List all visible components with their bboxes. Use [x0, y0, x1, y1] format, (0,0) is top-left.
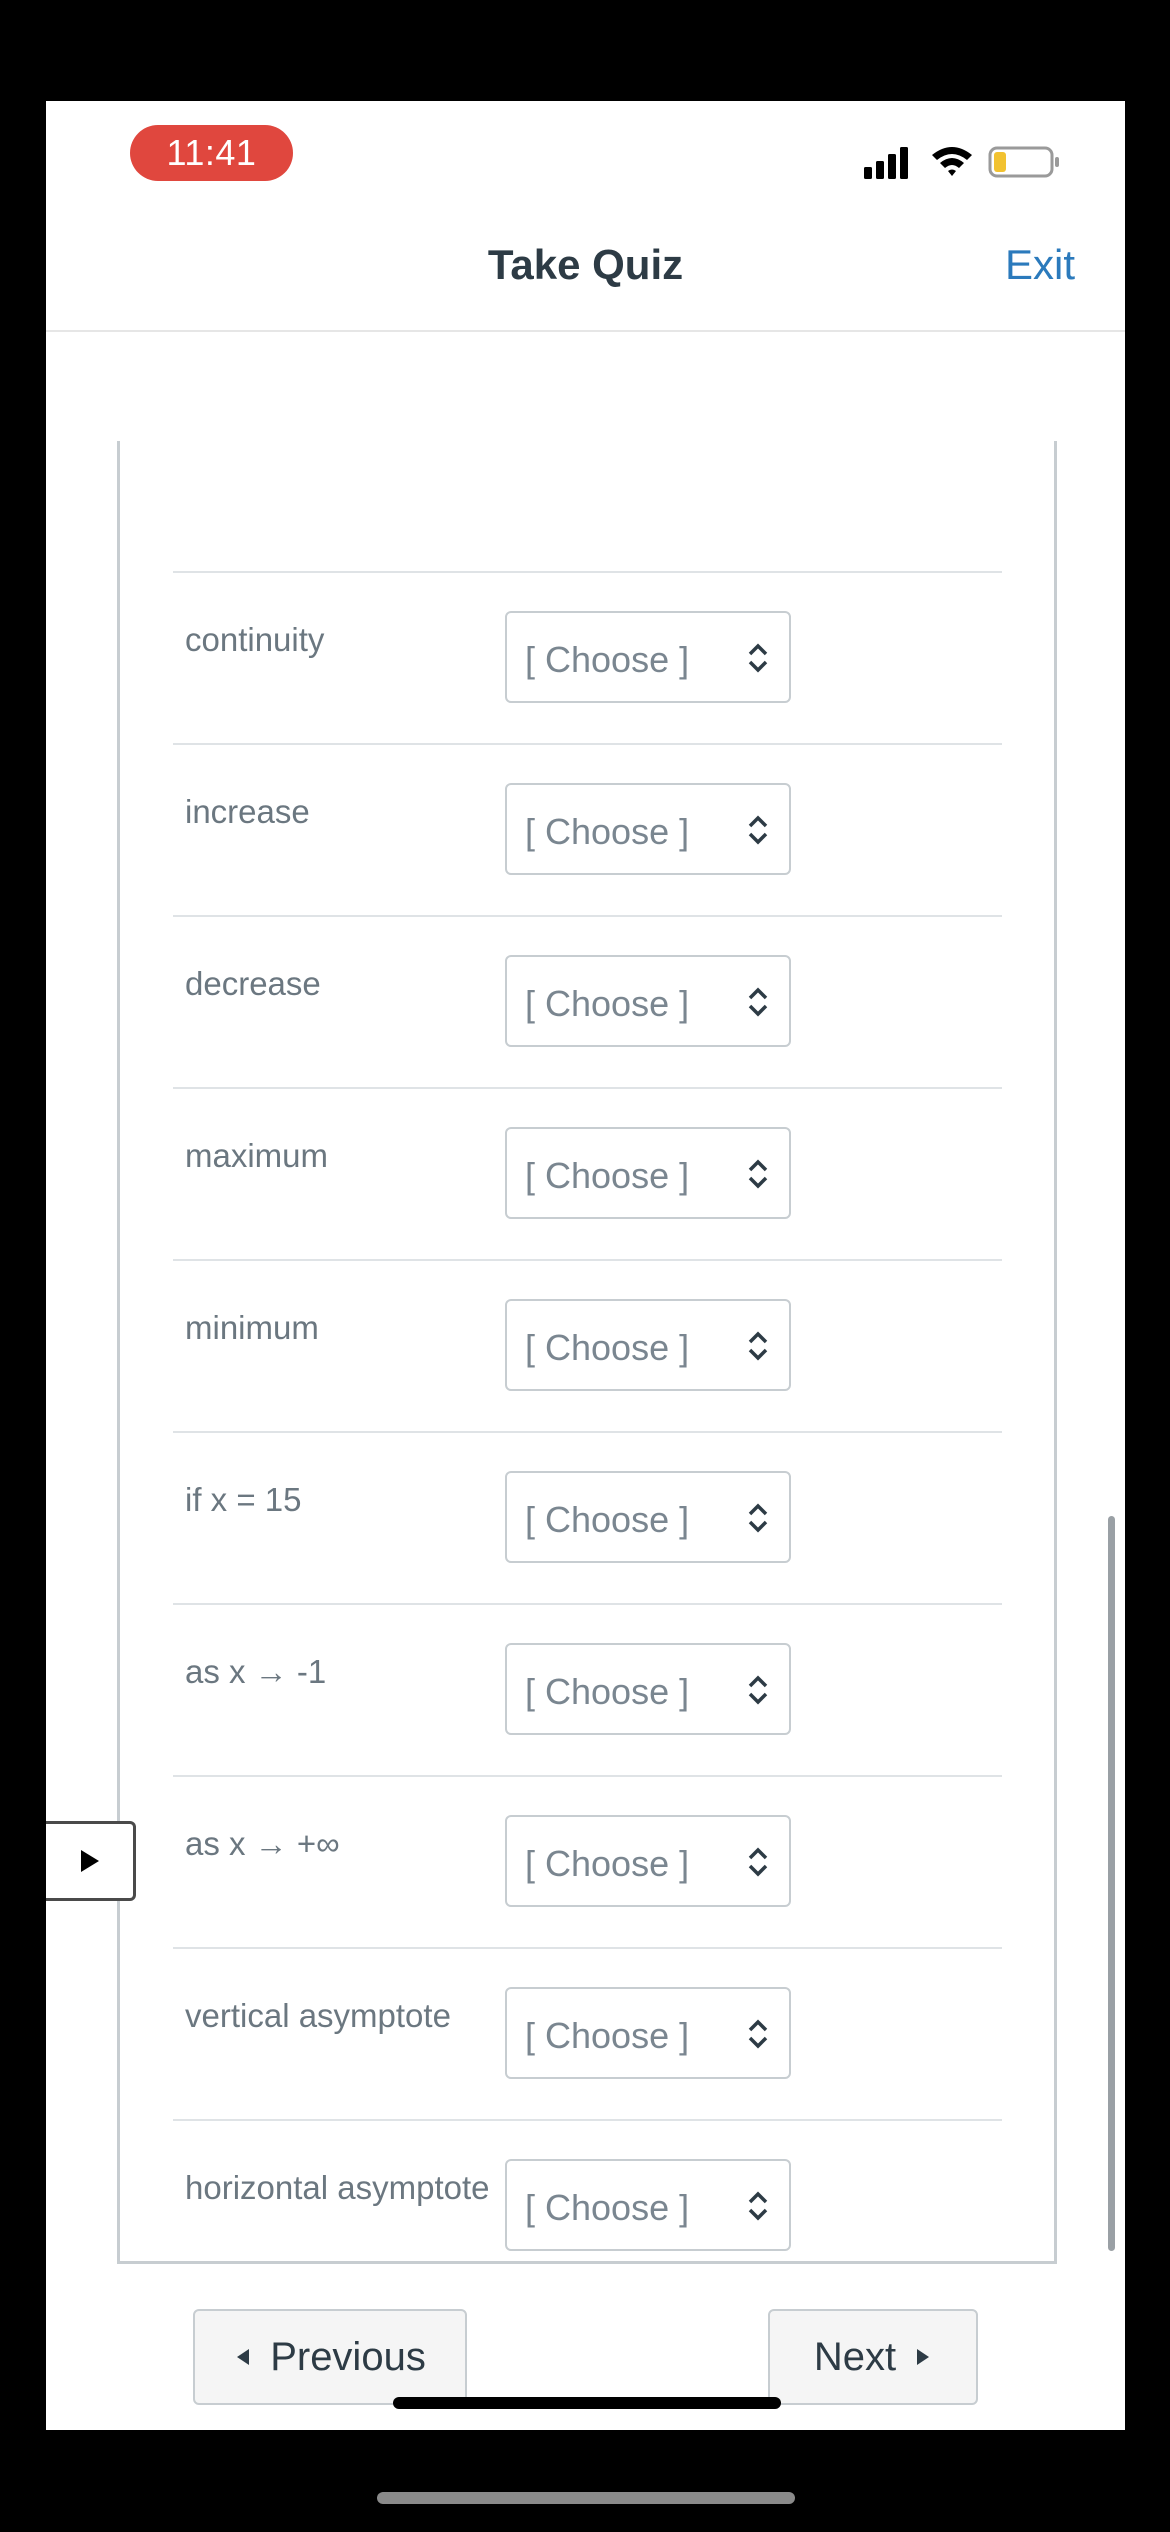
battery-low-icon [988, 146, 1059, 178]
up-down-chevron-icon [748, 2019, 768, 2049]
scrollbar[interactable] [1108, 1516, 1115, 2251]
previous-label: Previous [270, 2334, 426, 2379]
answer-select[interactable]: [ Choose ] [505, 1643, 791, 1735]
quiz-row: decrease [ Choose ] [173, 915, 1002, 1089]
exit-link[interactable]: Exit [1005, 241, 1075, 289]
row-label: if x = 15 [185, 1481, 302, 1518]
answer-select[interactable]: [ Choose ] [505, 1127, 791, 1219]
page-title: Take Quiz [487, 241, 684, 288]
select-value: [ Choose ] [525, 1499, 690, 1540]
header-divider [46, 330, 1125, 332]
wifi-icon [932, 147, 972, 176]
row-label: as x → -1 [185, 1653, 327, 1690]
answer-select[interactable]: [ Choose ] [505, 955, 791, 1047]
row-label: vertical asymptote [185, 1997, 451, 2034]
next-button[interactable]: Next [768, 2309, 978, 2405]
quiz-row: if x = 15 [ Choose ] [173, 1431, 1002, 1605]
answer-select[interactable]: [ Choose ] [505, 1299, 791, 1391]
up-down-chevron-icon [748, 1847, 768, 1877]
select-value: [ Choose ] [525, 2187, 690, 2228]
time-pill: 11:41 [130, 125, 293, 181]
quiz-row: vertical asymptote [ Choose ] [173, 1947, 1002, 2121]
select-value: [ Choose ] [525, 2015, 690, 2056]
play-triangle-icon [80, 1850, 99, 1872]
row-label: minimum [185, 1309, 319, 1346]
caret-right-icon [917, 2349, 930, 2365]
select-value: [ Choose ] [525, 811, 690, 852]
answer-select[interactable]: [ Choose ] [505, 2159, 791, 2251]
answer-select[interactable]: [ Choose ] [505, 1815, 791, 1907]
select-value: [ Choose ] [525, 1843, 690, 1884]
caret-left-icon [237, 2349, 250, 2365]
status-time: 11:41 [166, 132, 257, 173]
up-down-chevron-icon [748, 815, 768, 845]
previous-button[interactable]: Previous [193, 2309, 467, 2405]
quiz-row: as x → -1 [ Choose ] [173, 1603, 1002, 1777]
quiz-row: continuity [ Choose ] [173, 571, 1002, 745]
home-indicator [393, 2397, 781, 2409]
screen: 11:41 Take Quiz Exit continuity [ Choose… [46, 101, 1125, 2430]
up-down-chevron-icon [748, 1503, 768, 1533]
quiz-row: minimum [ Choose ] [173, 1259, 1002, 1433]
up-down-chevron-icon [748, 1675, 768, 1705]
answer-select[interactable]: [ Choose ] [505, 611, 791, 703]
row-label: increase [185, 793, 310, 830]
quiz-row: maximum [ Choose ] [173, 1087, 1002, 1261]
up-down-chevron-icon [748, 643, 768, 673]
quiz-panel: continuity [ Choose ] increase [ Choose … [117, 441, 1057, 2264]
up-down-chevron-icon [748, 2191, 768, 2221]
quiz-row: horizontal asymptote [ Choose ] [173, 2119, 1002, 2293]
row-label: maximum [185, 1137, 329, 1174]
row-label: decrease [185, 965, 321, 1002]
answer-select[interactable]: [ Choose ] [505, 783, 791, 875]
row-label: as x → +∞ [185, 1825, 340, 1862]
row-label: continuity [185, 621, 325, 658]
up-down-chevron-icon [748, 987, 768, 1017]
select-value: [ Choose ] [525, 1155, 690, 1196]
quiz-row: as x → +∞ [ Choose ] [173, 1775, 1002, 1949]
answer-select[interactable]: [ Choose ] [505, 1987, 791, 2079]
select-value: [ Choose ] [525, 983, 690, 1024]
cellular-signal-icon [864, 147, 908, 179]
select-value: [ Choose ] [525, 1671, 690, 1712]
quiz-row: increase [ Choose ] [173, 743, 1002, 917]
next-label: Next [813, 2334, 897, 2379]
select-value: [ Choose ] [525, 639, 690, 680]
answer-select[interactable]: [ Choose ] [505, 1471, 791, 1563]
up-down-chevron-icon [748, 1159, 768, 1189]
question-list-toggle[interactable] [46, 1821, 136, 1901]
outer-home-indicator [377, 2492, 795, 2504]
up-down-chevron-icon [748, 1331, 768, 1361]
select-value: [ Choose ] [525, 1327, 690, 1368]
row-label: horizontal asymptote [185, 2169, 490, 2206]
